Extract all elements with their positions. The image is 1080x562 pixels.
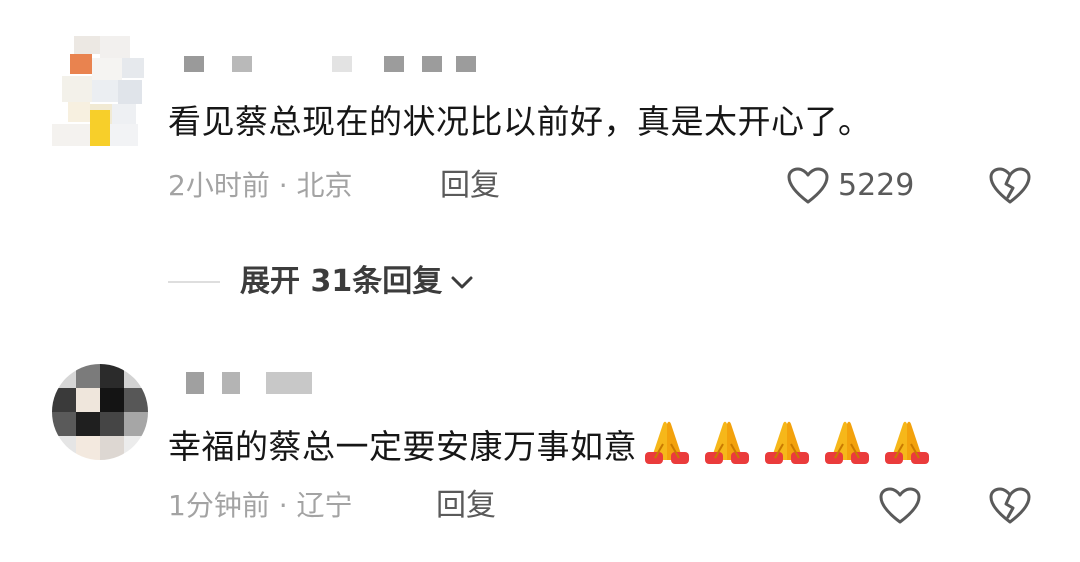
expand-replies-label: 展开 31条回复 [240, 264, 443, 299]
heart-icon [878, 486, 922, 526]
folded-hands-icon [701, 418, 753, 466]
emoji-group [641, 418, 933, 466]
comment-text: 幸福的蔡总一定要安康万事如意 [168, 418, 933, 469]
username-redacted[interactable] [184, 56, 484, 78]
folded-hands-icon [821, 418, 873, 466]
comment-time-location: 2小时前 · 北京 [168, 169, 353, 202]
dislike-icon[interactable] [988, 166, 1032, 206]
folded-hands-icon [881, 418, 933, 466]
dislike-icon[interactable] [988, 486, 1032, 526]
reply-button[interactable]: 回复 [436, 488, 496, 524]
like-button[interactable]: 5229 [786, 166, 914, 206]
divider-line [168, 281, 220, 283]
folded-hands-icon [641, 418, 693, 466]
chevron-down-icon [448, 268, 476, 296]
reply-button[interactable]: 回复 [440, 168, 500, 204]
avatar[interactable] [52, 36, 148, 146]
like-count: 5229 [838, 168, 915, 203]
heart-icon [786, 166, 830, 206]
avatar[interactable] [52, 364, 148, 460]
expand-replies-button[interactable]: 展开 31条回复 [168, 262, 476, 302]
comment-text: 看见蔡总现在的状况比以前好，真是太开心了。 [168, 102, 872, 141]
folded-hands-icon [761, 418, 813, 466]
like-button[interactable] [878, 486, 930, 526]
comment-text-body: 幸福的蔡总一定要安康万事如意 [168, 427, 637, 466]
username-redacted[interactable] [186, 372, 326, 394]
comment-time-location: 1分钟前 · 辽宁 [168, 489, 353, 522]
